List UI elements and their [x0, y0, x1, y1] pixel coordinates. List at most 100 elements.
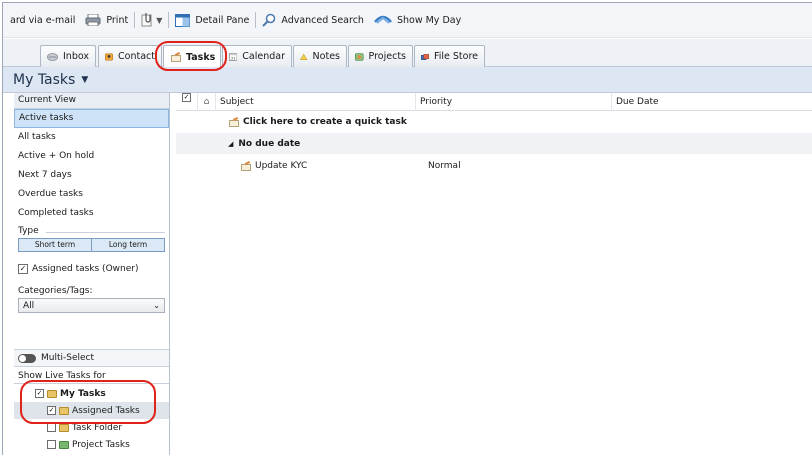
folder-tree: ✓ My Tasks ✓ Assigned Tasks Task Folder … [14, 385, 169, 453]
tab-projects[interactable]: Projects [348, 45, 413, 67]
categories-value: All [23, 300, 35, 311]
tree-label: Assigned Tasks [72, 405, 140, 416]
collapse-triangle-icon: ◢ [228, 139, 234, 148]
forward-via-email-button[interactable]: ard via e-mail [5, 9, 80, 31]
attach-dropdown-button[interactable]: ▼ [136, 9, 167, 31]
tab-file-store[interactable]: File Store [414, 45, 485, 67]
tree-checkbox[interactable]: ✓ [47, 406, 56, 415]
tab-tasks[interactable]: Tasks [163, 45, 221, 68]
type-toggle: Short term Long term [18, 238, 165, 252]
multi-select-label: Multi-Select [41, 353, 95, 363]
tree-item-assigned-tasks[interactable]: ✓ Assigned Tasks [14, 402, 169, 419]
select-all-checkbox[interactable]: ✓ [182, 92, 191, 102]
paperclip-icon [141, 13, 152, 27]
task-note-icon [170, 53, 181, 62]
table-row[interactable]: Update KYC Normal [176, 155, 812, 177]
tab-notes[interactable]: Notes [293, 45, 347, 67]
tab-contacts[interactable]: Contact [98, 45, 162, 67]
priority-column-header[interactable]: Priority [416, 92, 612, 111]
group-row-no-due-date[interactable]: ◢ No due date [176, 133, 812, 155]
folder-icon [59, 406, 69, 415]
tree-item-task-folder[interactable]: Task Folder [14, 419, 169, 436]
forward-label: ard via e-mail [10, 14, 76, 26]
view-item-all-tasks[interactable]: All tasks [14, 128, 169, 147]
show-my-day-button[interactable]: Show My Day [369, 9, 466, 31]
assigned-owner-checkbox[interactable]: ✓ [18, 264, 28, 274]
tree-item-my-tasks[interactable]: ✓ My Tasks [14, 385, 169, 402]
caret-down-icon: ▼ [81, 74, 89, 85]
projects-icon [355, 52, 364, 61]
view-item-active-on-hold[interactable]: Active + On hold [14, 147, 169, 166]
detail-pane-button[interactable]: Detail Pane [170, 9, 254, 31]
task-subject: Update KYC [255, 160, 308, 171]
paperclip-icon: ⌂ [203, 96, 210, 107]
advanced-search-button[interactable]: Advanced Search [257, 9, 369, 31]
multi-select-toggle[interactable] [18, 353, 36, 363]
printer-icon [85, 14, 101, 26]
select-all-column[interactable]: ✓ [176, 92, 198, 111]
type-label: Type [18, 226, 39, 236]
print-label: Print [106, 14, 129, 26]
chevron-down-icon: ⌄ [153, 301, 160, 310]
task-priority-cell: Normal [428, 160, 461, 171]
view-title: My Tasks [13, 71, 76, 88]
toolbar-separator [134, 12, 136, 28]
subject-column-header[interactable]: Subject [216, 92, 416, 111]
view-item-overdue-tasks[interactable]: Overdue tasks [14, 185, 169, 204]
attachment-column[interactable]: ⌂ [198, 92, 216, 111]
search-icon [262, 13, 276, 27]
tab-label: Calendar [242, 51, 285, 62]
task-note-icon [240, 162, 251, 171]
show-my-day-label: Show My Day [396, 14, 462, 26]
left-panel: Current View Active tasks All tasks Acti… [14, 93, 170, 455]
task-note-icon [228, 118, 239, 127]
calendar-icon: 31 [229, 52, 238, 61]
long-term-button[interactable]: Long term [91, 239, 164, 251]
module-tab-bar: Inbox Contact Tasks 31 Calendar Notes Pr… [3, 39, 812, 68]
type-filter-group: Type Short term Long term [18, 226, 165, 254]
tree-item-project-tasks[interactable]: Project Tasks [14, 436, 169, 453]
inbox-icon [47, 52, 58, 61]
tab-calendar[interactable]: 31 Calendar [222, 45, 292, 67]
task-subject-cell[interactable]: Update KYC [240, 161, 426, 171]
tab-label: Notes [312, 51, 340, 62]
live-tasks-header: Show Live Tasks for [14, 368, 169, 384]
due-date-column-header[interactable]: Due Date [612, 93, 812, 111]
tree-checkbox[interactable]: ✓ [35, 389, 44, 398]
file-store-icon [421, 53, 429, 60]
tree-checkbox[interactable] [47, 440, 56, 449]
categories-select[interactable]: All ⌄ [18, 298, 165, 313]
view-item-completed-tasks[interactable]: Completed tasks [14, 204, 169, 223]
tab-label: File Store [433, 51, 478, 62]
task-grid: ✓ ⌂ Subject Priority Due Date Click here… [176, 92, 812, 455]
folder-icon [59, 423, 69, 432]
toolbar-separator [168, 12, 170, 28]
print-button[interactable]: Print [80, 9, 133, 31]
my-day-icon [373, 15, 392, 24]
svg-text:31: 31 [231, 55, 236, 60]
tree-label: Task Folder [72, 422, 123, 433]
assigned-owner-label: Assigned tasks (Owner) [32, 264, 139, 274]
assigned-owner-checkbox-row[interactable]: ✓ Assigned tasks (Owner) [18, 262, 165, 276]
quick-task-row[interactable]: Click here to create a quick task [176, 111, 812, 133]
group-label: No due date [238, 138, 301, 149]
tree-checkbox[interactable] [47, 423, 56, 432]
tab-inbox[interactable]: Inbox [40, 45, 96, 67]
view-item-next-7-days[interactable]: Next 7 days [14, 166, 169, 185]
project-folder-icon [59, 440, 69, 449]
app-window: ard via e-mail Print ▼ Detail Pane Advan… [2, 2, 812, 455]
folder-icon [47, 389, 57, 398]
chevron-down-icon: ▼ [156, 15, 163, 25]
type-divider [46, 232, 165, 233]
contacts-icon [105, 53, 114, 60]
toolbar: ard via e-mail Print ▼ Detail Pane Advan… [3, 3, 812, 38]
detail-pane-label: Detail Pane [195, 14, 250, 26]
tab-label: Tasks [186, 51, 216, 63]
short-term-button[interactable]: Short term [19, 239, 91, 251]
categories-label: Categories/Tags: [18, 286, 93, 296]
tab-label: Contact [118, 51, 155, 62]
multi-select-toggle-row[interactable]: Multi-Select [14, 349, 169, 367]
view-item-active-tasks[interactable]: Active tasks [14, 109, 169, 128]
view-selector[interactable]: My Tasks ▼ [3, 67, 812, 93]
tree-label: My Tasks [60, 388, 106, 399]
